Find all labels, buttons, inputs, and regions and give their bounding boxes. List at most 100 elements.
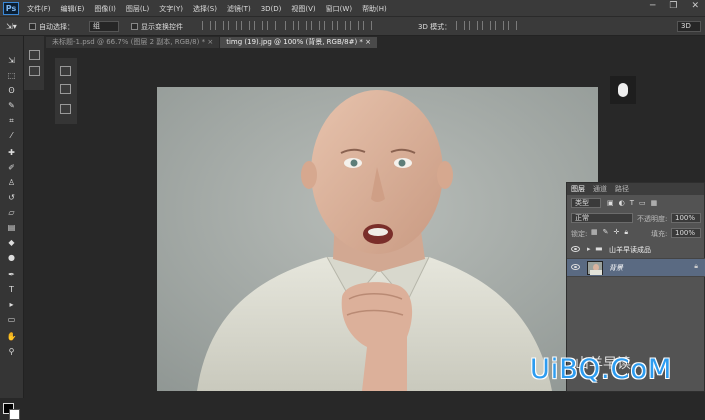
menu-image[interactable]: 图像(I): [94, 4, 116, 14]
opacity-field[interactable]: 100%: [671, 213, 701, 223]
align-bottom-icon[interactable]: [228, 21, 237, 30]
align-vcenter-icon[interactable]: [215, 21, 224, 30]
auto-select-dropdown[interactable]: 组: [89, 21, 119, 32]
tab-timg-jpg[interactable]: timg (19).jpg @ 100% (背景, RGB/8#) * ×: [220, 37, 377, 48]
align-buttons: [202, 21, 276, 30]
visibility-eye-icon[interactable]: [571, 246, 580, 252]
3d-scale-icon[interactable]: [508, 21, 517, 30]
shape-filter-icon[interactable]: ▭: [639, 199, 646, 207]
window-controls: ─ ❐ ✕: [650, 1, 699, 11]
menu-3d[interactable]: 3D(D): [261, 5, 282, 13]
move-tool-icon[interactable]: ⇲▾: [6, 22, 17, 31]
pixel-filter-icon[interactable]: ▣: [607, 199, 614, 207]
visibility-eye-icon[interactable]: [571, 264, 580, 270]
menu-help[interactable]: 帮助(H): [362, 4, 387, 14]
menu-layer[interactable]: 图层(L): [126, 4, 149, 14]
adjustment-filter-icon[interactable]: ◐: [619, 199, 625, 207]
3d-rotate-icon[interactable]: [456, 21, 465, 30]
actions-icon[interactable]: [29, 66, 40, 76]
layers-panel-tabs: 图层 通道 路径: [567, 183, 704, 195]
character-panel-dock: [55, 58, 77, 124]
menu-filter[interactable]: 滤镜(T): [227, 4, 251, 14]
layer-row[interactable]: ▸ ▬ 山羊早读成品: [567, 241, 705, 259]
3d-pan-icon[interactable]: [482, 21, 491, 30]
brush-preview-panel[interactable]: [610, 76, 636, 104]
lock-pixels-icon[interactable]: ✎: [603, 228, 609, 237]
history-icon[interactable]: [29, 50, 40, 60]
restore-button[interactable]: ❐: [669, 1, 677, 11]
distribute-left-icon[interactable]: [324, 21, 333, 30]
dodge-tool-icon[interactable]: ●: [5, 253, 18, 262]
blur-tool-icon[interactable]: ◆: [5, 238, 18, 247]
brush-tool-icon[interactable]: ✐: [5, 163, 18, 172]
menu-window[interactable]: 窗口(W): [326, 4, 352, 14]
expand-arrow-icon[interactable]: ▸: [587, 245, 591, 253]
menu-file[interactable]: 文件(F): [27, 4, 51, 14]
opacity-label: 不透明度:: [637, 215, 668, 223]
lasso-tool-icon[interactable]: ʘ: [5, 86, 18, 95]
history-brush-tool-icon[interactable]: ↺: [5, 193, 18, 202]
quick-select-tool-icon[interactable]: ✎: [5, 101, 18, 110]
auto-select-checkbox[interactable]: [29, 23, 36, 30]
document-canvas[interactable]: [157, 87, 598, 391]
distribute-bottom-icon[interactable]: [311, 21, 320, 30]
3d-roll-icon[interactable]: [469, 21, 478, 30]
align-left-icon[interactable]: [241, 21, 250, 30]
menu-type[interactable]: 文字(Y): [159, 4, 183, 14]
distribute-right-icon[interactable]: [350, 21, 359, 30]
tab-channels[interactable]: 通道: [593, 184, 607, 194]
lock-position-icon[interactable]: ✛: [614, 228, 620, 237]
menu-list: 文件(F) 编辑(E) 图像(I) 图层(L) 文字(Y) 选择(S) 滤镜(T…: [27, 0, 387, 17]
distribute-hcenter-icon[interactable]: [337, 21, 346, 30]
move-tool-icon[interactable]: ⇲: [5, 56, 18, 65]
blend-mode-dropdown[interactable]: 正常: [571, 213, 633, 223]
eyedropper-tool-icon[interactable]: ⁄: [5, 131, 18, 140]
marquee-tool-icon[interactable]: ⬚: [5, 71, 18, 80]
fill-field[interactable]: 100%: [671, 228, 701, 238]
tab-layers[interactable]: 图层: [571, 184, 585, 194]
distribute-top-icon[interactable]: [285, 21, 294, 30]
background-color-swatch[interactable]: [9, 409, 20, 420]
distribute-vcenter-icon[interactable]: [298, 21, 307, 30]
show-transform-label: 显示变换控件: [141, 23, 183, 31]
pen-tool-icon[interactable]: ✒: [5, 270, 18, 279]
lock-transparent-icon[interactable]: ▦: [591, 228, 598, 237]
healing-brush-tool-icon[interactable]: ✚: [5, 148, 18, 157]
tab-paths[interactable]: 路径: [615, 184, 629, 194]
crop-tool-icon[interactable]: ⌗: [5, 116, 18, 125]
type-tool-icon[interactable]: T: [5, 285, 18, 294]
paragraph-icon[interactable]: [60, 84, 71, 94]
smart-filter-icon[interactable]: ▦: [651, 199, 658, 207]
3d-slide-icon[interactable]: [495, 21, 504, 30]
path-select-tool-icon[interactable]: ▸: [5, 300, 18, 309]
filter-icons: ▣ ◐ T ▭ ▦: [607, 199, 657, 207]
menu-view[interactable]: 视图(V): [291, 4, 315, 14]
menu-select[interactable]: 选择(S): [193, 4, 217, 14]
document-tabs: 未标题-1.psd @ 66.7% (图层 2 副本, RGB/8) * × t…: [46, 37, 377, 48]
workspace-switcher[interactable]: 3D: [677, 21, 701, 32]
photoshop-logo: Ps: [3, 2, 19, 15]
eraser-tool-icon[interactable]: ▱: [5, 208, 18, 217]
hand-tool-icon[interactable]: ✋: [5, 332, 18, 341]
workspace-value: 3D: [681, 22, 691, 30]
menu-edit[interactable]: 编辑(E): [61, 4, 85, 14]
shape-tool-icon[interactable]: ▭: [5, 315, 18, 324]
3d-panel-icon[interactable]: [60, 104, 71, 114]
zoom-tool-icon[interactable]: ⚲: [5, 347, 18, 356]
tab-untitled-psd[interactable]: 未标题-1.psd @ 66.7% (图层 2 副本, RGB/8) * ×: [46, 37, 220, 48]
auto-align-icon[interactable]: [363, 21, 372, 30]
lock-all-icon[interactable]: 🔒︎: [624, 228, 628, 237]
minimize-button[interactable]: ─: [650, 1, 655, 11]
gradient-tool-icon[interactable]: ▤: [5, 223, 18, 232]
type-filter-icon[interactable]: T: [630, 199, 634, 207]
layer-filter-dropdown[interactable]: 类型: [571, 198, 601, 208]
layer-row-selected[interactable]: 背景 🔒︎: [567, 259, 705, 277]
align-hcenter-icon[interactable]: [254, 21, 263, 30]
close-button[interactable]: ✕: [691, 1, 699, 11]
align-right-icon[interactable]: [267, 21, 276, 30]
align-top-icon[interactable]: [202, 21, 211, 30]
clone-stamp-tool-icon[interactable]: ♙: [5, 178, 18, 187]
lock-icons: ▦ ✎ ✛ 🔒︎: [591, 228, 628, 237]
show-transform-checkbox[interactable]: [131, 23, 138, 30]
character-icon[interactable]: [60, 66, 71, 76]
